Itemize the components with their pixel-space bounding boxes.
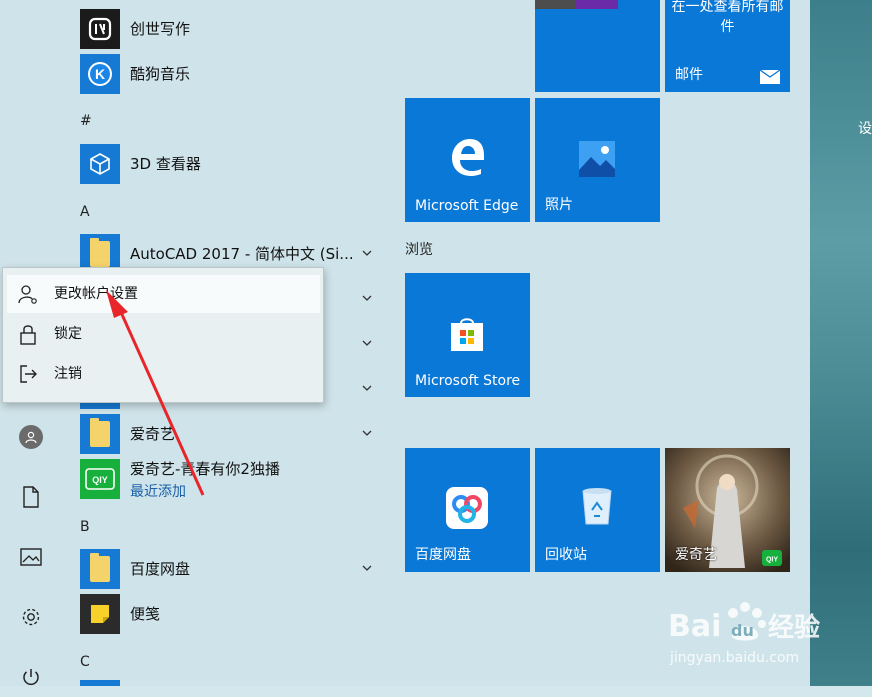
annotation-arrow bbox=[106, 290, 205, 496]
desktop-peek-text: 设 bbox=[858, 121, 872, 137]
desktop-background: 设 bbox=[810, 0, 872, 686]
watermark-url: jingyan.baidu.com bbox=[669, 650, 799, 666]
baidu-jingyan-watermark: Bai du 经验 jingyan.baidu.com bbox=[668, 602, 820, 666]
watermark-brand: Bai bbox=[668, 609, 721, 644]
start-menu: 创世写作 K 酷狗音乐 # 3D 查看器 A AutoCAD 2017 - 简体… bbox=[0, 0, 810, 686]
watermark-brand2: du bbox=[731, 621, 754, 640]
watermark-jingyan: 经验 bbox=[768, 612, 820, 643]
